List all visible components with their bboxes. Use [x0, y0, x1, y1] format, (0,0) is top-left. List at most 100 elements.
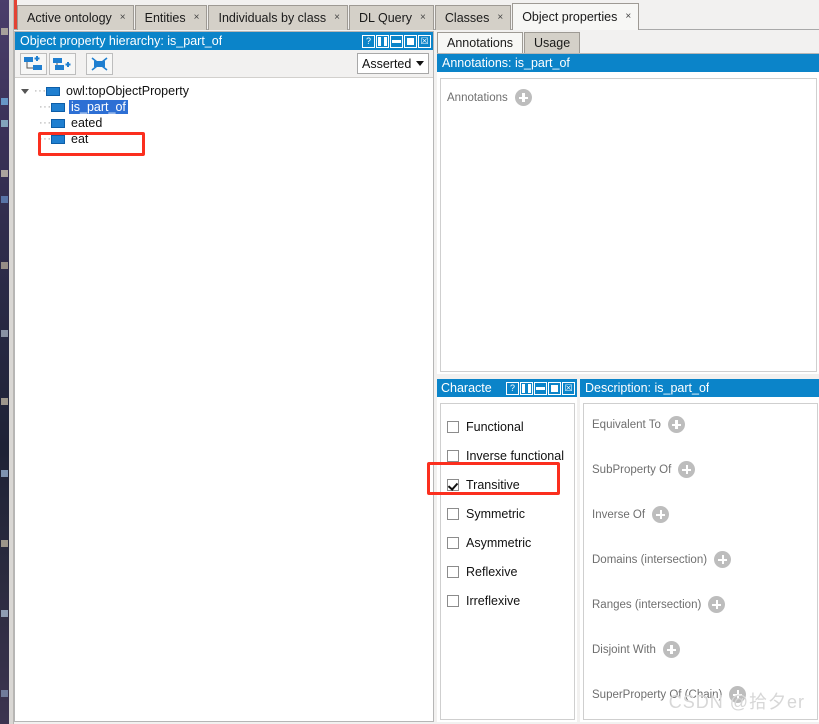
characteristics-title-bar: Characte ? ☒ [437, 379, 577, 397]
tab-dl-query[interactable]: DL Query × [349, 5, 434, 30]
add-icon[interactable] [678, 461, 696, 478]
add-icon[interactable] [708, 596, 726, 613]
checkbox[interactable] [447, 507, 459, 520]
desktop-icon [1, 196, 8, 203]
annotations-body: Annotations [440, 78, 817, 372]
checkbox[interactable] [447, 420, 459, 433]
tab-close-icon[interactable]: × [497, 13, 503, 23]
characteristic-transitive[interactable]: Transitive [441, 470, 574, 499]
characteristic-label: Functional [466, 419, 524, 434]
main-tab-bar: Active ontology × Entities × Individuals by … [14, 0, 819, 30]
chevron-down-icon[interactable] [21, 86, 32, 97]
tree-item-label: eated [71, 116, 103, 130]
tree-item-label: owl:topObjectProperty [66, 84, 189, 98]
checkbox[interactable] [447, 536, 459, 549]
minimize-icon[interactable] [390, 34, 403, 48]
tree-row[interactable]: ··· eated [21, 115, 433, 131]
tab-label: Individuals by class [218, 11, 327, 25]
tree-connector: ··· [39, 133, 51, 145]
minimize-icon[interactable] [534, 381, 547, 395]
description-row-domains-intersection: Domains (intersection) [592, 551, 817, 568]
description-row-subproperty-of: SubProperty Of [592, 461, 817, 478]
tab-label: Active ontology [27, 11, 112, 25]
desktop-icon [1, 470, 8, 477]
checkbox[interactable] [447, 478, 459, 491]
checkbox[interactable] [447, 449, 459, 462]
tab-label: Classes [444, 11, 490, 25]
tab-label: DL Query [359, 11, 413, 25]
close-icon[interactable]: ☒ [562, 381, 575, 395]
add-subproperty-icon[interactable] [20, 52, 47, 75]
description-row-label: SubProperty Of [592, 463, 672, 476]
description-row-ranges-intersection: Ranges (intersection) [592, 596, 817, 613]
description-title: Description: is_part_of [585, 381, 710, 395]
description-rows: Equivalent To SubProperty Of Inverse Of Dom… [583, 403, 818, 720]
object-property-hierarchy-panel: Object property hierarchy: is_part_of ? … [14, 31, 434, 722]
add-icon[interactable] [729, 686, 747, 703]
checkbox[interactable] [447, 594, 459, 607]
tab-close-icon[interactable]: × [334, 13, 340, 23]
delete-property-icon[interactable] [86, 52, 113, 75]
split-view-icon[interactable] [376, 34, 389, 48]
view-selector-dropdown[interactable]: Asserted [357, 53, 429, 74]
annotations-section-label: Annotations [447, 91, 508, 104]
maximize-icon[interactable] [404, 34, 417, 48]
add-icon[interactable] [652, 506, 670, 523]
subtab-usage[interactable]: Usage [524, 32, 581, 53]
tab-classes[interactable]: Classes × [434, 5, 512, 30]
help-icon[interactable]: ? [506, 381, 519, 395]
hierarchy-toolbar: Asserted [15, 50, 433, 78]
description-title-bar: Description: is_part_of [580, 379, 819, 397]
characteristic-inverse-functional[interactable]: Inverse functional [441, 441, 574, 470]
tab-entities[interactable]: Entities × [134, 5, 208, 30]
characteristic-functional[interactable]: Functional [441, 412, 574, 441]
characteristic-asymmetric[interactable]: Asymmetric [441, 528, 574, 557]
characteristics-window-controls: ? ☒ [506, 381, 577, 395]
desktop-icon [1, 330, 8, 337]
characteristic-reflexive[interactable]: Reflexive [441, 557, 574, 586]
tab-individuals-by-class[interactable]: Individuals by class × [208, 5, 349, 30]
tab-close-icon[interactable]: × [194, 13, 200, 23]
add-icon[interactable] [662, 641, 680, 658]
desktop-icon [1, 28, 8, 35]
tab-label: Object properties [522, 10, 618, 24]
object-property-icon [46, 86, 60, 96]
subtab-annotations[interactable]: Annotations [437, 32, 524, 53]
characteristic-label: Inverse functional [466, 448, 564, 463]
add-icon[interactable] [667, 416, 685, 433]
add-annotation-icon[interactable] [514, 89, 532, 106]
tree-row[interactable]: ··· owl:topObjectProperty [21, 83, 433, 99]
add-sibling-property-icon[interactable] [49, 52, 76, 75]
tab-close-icon[interactable]: × [420, 13, 426, 23]
description-row-inverse-of: Inverse Of [592, 506, 817, 523]
tree-connector: ··· [39, 117, 51, 129]
close-icon[interactable]: ☒ [418, 34, 431, 48]
tree-row[interactable]: ··· eat [21, 131, 433, 147]
maximize-icon[interactable] [548, 381, 561, 395]
description-row-superproperty-of-chain: SuperProperty Of (Chain) [592, 686, 817, 703]
tab-list: Active ontology × Entities × Individuals by … [17, 3, 640, 30]
hierarchy-window-controls: ? ☒ [362, 34, 433, 48]
desktop-icon [1, 262, 8, 269]
characteristic-irreflexive[interactable]: Irreflexive [441, 586, 574, 615]
tree-row[interactable]: ··· is_part_of [21, 99, 433, 115]
characteristic-symmetric[interactable]: Symmetric [441, 499, 574, 528]
description-row-label: Domains (intersection) [592, 553, 708, 566]
tree-item-label: is_part_of [69, 100, 128, 114]
tab-active-ontology[interactable]: Active ontology × [17, 5, 134, 30]
object-property-tree[interactable]: ··· owl:topObjectProperty ··· is_part_of ···… [15, 79, 433, 721]
view-selector-value: Asserted [362, 56, 412, 71]
tab-close-icon[interactable]: × [625, 12, 631, 22]
tab-object-properties[interactable]: Object properties × [512, 3, 640, 30]
object-property-icon [51, 134, 65, 144]
split-view-icon[interactable] [520, 381, 533, 395]
tab-close-icon[interactable]: × [120, 13, 126, 23]
characteristics-title: Characte [441, 381, 492, 395]
annotations-panel: Annotations: is_part_of Annotations [437, 54, 819, 374]
characteristics-list: Functional Inverse functional Transitive Sy… [440, 403, 575, 720]
desktop-icon [1, 610, 8, 617]
checkbox[interactable] [447, 565, 459, 578]
add-icon[interactable] [714, 551, 732, 568]
desktop-icon [1, 690, 8, 697]
help-icon[interactable]: ? [362, 34, 375, 48]
